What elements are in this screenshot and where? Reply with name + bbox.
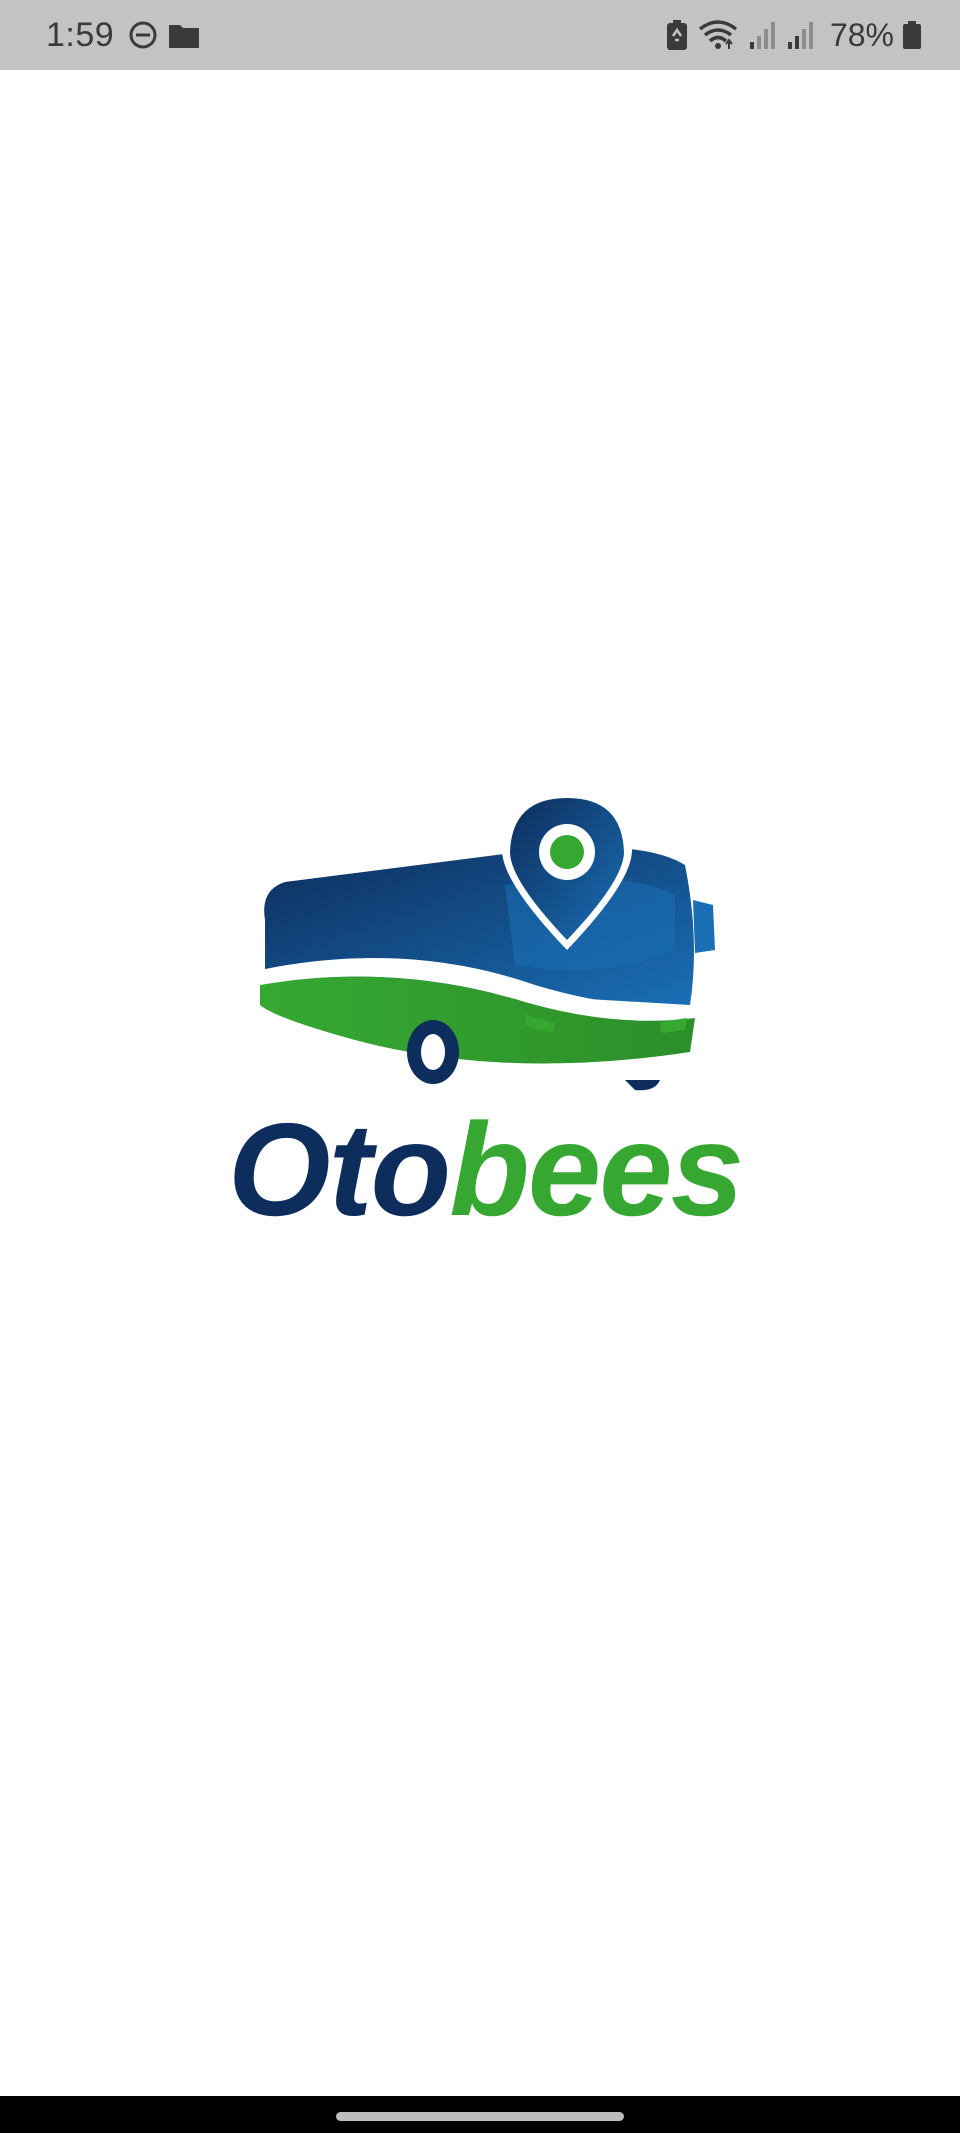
status-bar-left: 1:59 bbox=[46, 0, 200, 70]
app-name: Otobees bbox=[205, 1100, 765, 1240]
home-indicator[interactable] bbox=[336, 2112, 624, 2121]
battery-icon bbox=[902, 20, 922, 50]
battery-percentage: 78% bbox=[829, 16, 894, 53]
bus-location-icon bbox=[260, 790, 715, 1091]
app-name-oto: Oto bbox=[227, 1096, 451, 1243]
status-time: 1:59 bbox=[46, 15, 115, 54]
app-name-bees: bees bbox=[449, 1096, 744, 1243]
app-logo: Otobees bbox=[205, 790, 765, 1240]
status-bar: 1:59 78% bbox=[0, 0, 960, 70]
wifi-icon bbox=[698, 19, 738, 51]
battery-saver-icon bbox=[666, 19, 688, 51]
signal-icon bbox=[748, 20, 776, 50]
folder-icon bbox=[168, 21, 200, 49]
navigation-bar bbox=[0, 2096, 960, 2133]
do-not-disturb-icon bbox=[128, 20, 158, 50]
signal-icon bbox=[786, 20, 814, 50]
status-bar-right: 78% bbox=[666, 0, 922, 70]
